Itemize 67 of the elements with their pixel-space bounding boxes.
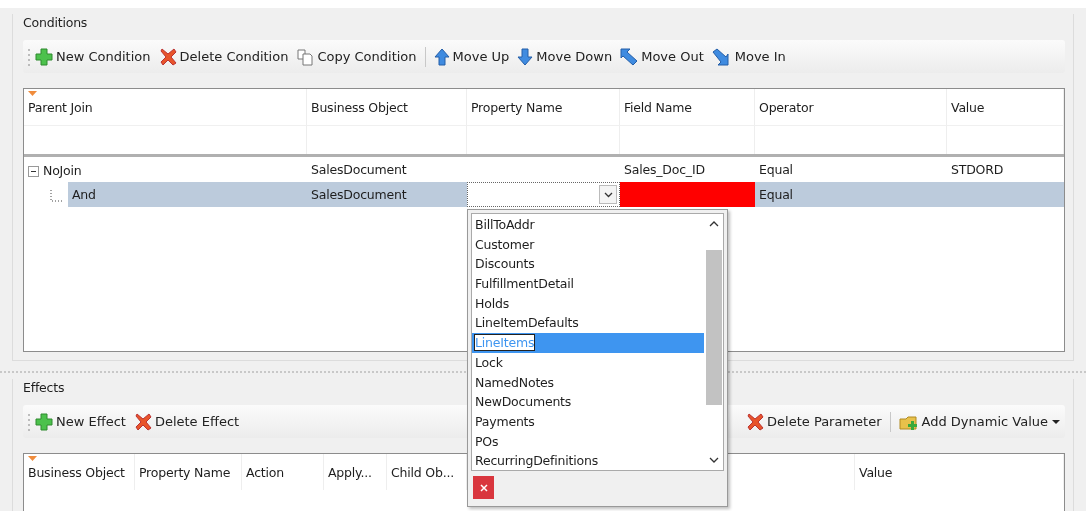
list-item[interactable]: BillToAddr	[472, 215, 704, 235]
copy-button[interactable]: Copy Condition	[292, 44, 421, 69]
close-icon	[479, 483, 488, 492]
plus-icon	[35, 47, 53, 66]
delete-button[interactable]: Delete Parameter	[742, 409, 886, 434]
tree-node-label: NoJoin	[43, 162, 82, 181]
list-item[interactable]: Holds	[472, 293, 704, 314]
group-title: Conditions	[23, 14, 88, 32]
down-arrow-icon	[517, 47, 534, 66]
delete-button[interactable]: Delete Condition	[154, 44, 293, 69]
delete-icon	[133, 412, 152, 431]
list-item[interactable]: Discounts	[472, 254, 704, 275]
column-header: Value	[855, 454, 1064, 490]
dropdown-field[interactable]	[467, 182, 620, 207]
table-cell-text: STDORD	[950, 161, 1005, 179]
column-header: Property Name	[467, 89, 620, 125]
table-cell-text: Equal	[758, 161, 794, 179]
column-header: Parent Join	[24, 89, 307, 125]
scroll-down-icon	[709, 457, 719, 464]
dropdown-button[interactable]	[599, 185, 617, 204]
clear-button[interactable]	[473, 476, 494, 499]
list-item[interactable]: RecurringDefinitions	[472, 451, 704, 471]
list-item[interactable]: NamedNotes	[472, 372, 704, 393]
delete-icon	[746, 412, 765, 431]
move-button[interactable]: Move In	[707, 44, 790, 69]
move-button[interactable]: Move Up	[429, 44, 514, 69]
grip-icon	[27, 412, 31, 431]
column-header: Business Object	[307, 89, 467, 125]
table-cell: Equal	[755, 182, 947, 207]
scroll-thumb[interactable]	[706, 250, 722, 405]
chevron-down-icon	[603, 191, 613, 198]
add-button[interactable]: New Effect	[31, 409, 130, 434]
delete-button[interactable]: Delete Effect	[129, 409, 244, 434]
column-header: Operator	[755, 89, 947, 125]
table-cell: SalesDocument	[307, 182, 467, 207]
tree-node-label: And	[68, 182, 307, 207]
column-header: Property Name	[135, 454, 242, 490]
list-item[interactable]: POs	[472, 431, 704, 452]
move-out-arrow-icon	[620, 47, 639, 66]
sort-icon	[28, 91, 37, 97]
column-header: Apply...	[324, 454, 387, 490]
add-button[interactable]: New Condition	[31, 44, 155, 69]
table-cell-text: Sales_Doc_ID	[623, 161, 706, 179]
column-header: Business Object	[24, 454, 135, 490]
column-header: Value	[947, 89, 1064, 125]
delete-icon	[158, 47, 177, 66]
group-title: Effects	[23, 379, 65, 397]
list-item[interactable]: Payments	[472, 411, 704, 432]
add-dynamic-value-button[interactable]: Add Dynamic Value	[894, 409, 1065, 434]
list-item[interactable]: Customer	[472, 234, 704, 255]
column-header: Action	[242, 454, 324, 490]
list-item[interactable]: LineItemDefaults	[472, 313, 704, 334]
scroll-up-icon	[709, 220, 719, 227]
move-button[interactable]: Move Down	[513, 44, 617, 69]
plus-icon	[35, 412, 53, 431]
up-arrow-icon	[433, 47, 450, 66]
column-header: Field Name	[620, 89, 755, 125]
list-item[interactable]: NewDocuments	[472, 392, 704, 412]
table-cell-text: SalesDocument	[310, 161, 408, 179]
tree-line-icon	[50, 189, 64, 204]
list-item[interactable]: FulfillmentDetail	[472, 274, 704, 294]
grip-icon	[27, 47, 31, 66]
list-item[interactable]: Lock	[472, 352, 704, 373]
move-button[interactable]: Move Out	[616, 44, 708, 69]
sort-icon	[28, 456, 37, 462]
copy-icon	[296, 47, 315, 66]
move-in-arrow-icon	[711, 47, 732, 66]
